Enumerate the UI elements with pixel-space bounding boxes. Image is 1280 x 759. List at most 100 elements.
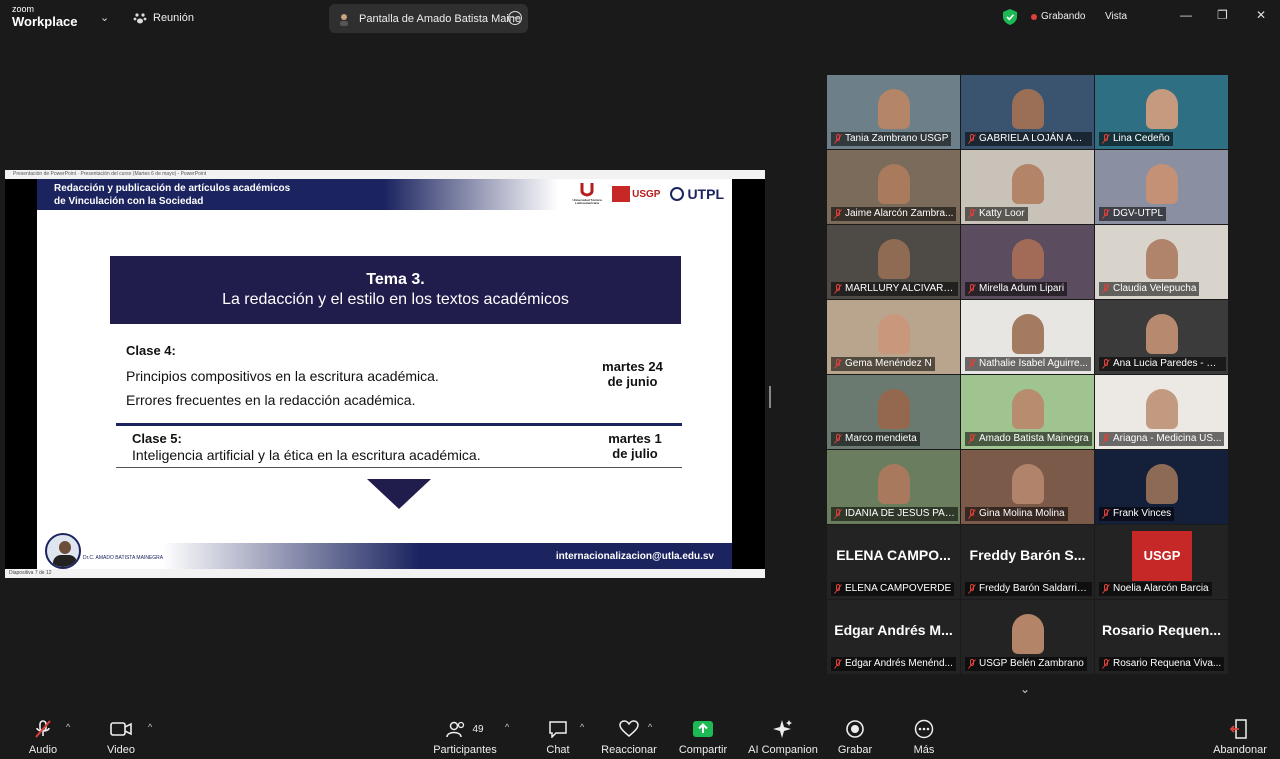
participant-video	[1011, 614, 1044, 654]
participant-count: 49	[472, 723, 484, 735]
participant-tile[interactable]: USGP Belén Zambrano	[961, 600, 1094, 674]
screen-share-indicator[interactable]: Pantalla de Amado Batista Maine ···	[329, 4, 528, 33]
participant-tile[interactable]: Lina Cedeño	[1095, 75, 1228, 149]
participant-tile[interactable]: Frank Vinces	[1095, 450, 1228, 524]
chat-button[interactable]: Chat	[543, 718, 573, 756]
participants-options-chevron-icon[interactable]: ^	[505, 722, 509, 732]
participant-tile[interactable]: Gina Molina Molina	[961, 450, 1094, 524]
meeting-info-button[interactable]: Reunión	[133, 11, 194, 25]
camera-icon	[110, 722, 132, 736]
share-screen-button[interactable]: Compartir	[676, 718, 730, 756]
participant-name-label: Claudia Velepucha	[1099, 282, 1200, 296]
muted-mic-icon	[968, 134, 976, 144]
participant-tile[interactable]: ELENA CAMPO... ELENA CAMPOVERDE	[827, 525, 960, 599]
panel-resize-handle[interactable]	[769, 386, 771, 408]
muted-mic-icon	[968, 659, 976, 669]
participant-tile[interactable]: Gema Menéndez N	[827, 300, 960, 374]
participant-tile[interactable]: Claudia Velepucha	[1095, 225, 1228, 299]
security-shield-icon[interactable]	[1003, 9, 1017, 25]
institution-logos: Universidad Técnica Latinoamericana USGP…	[572, 181, 724, 207]
maximize-button[interactable]: ❐	[1217, 8, 1228, 22]
participant-name-label: Amado Batista Mainegra	[965, 432, 1092, 446]
participant-tile[interactable]: Marco mendieta	[827, 375, 960, 449]
participant-name-label: DGV-UTPL	[1099, 207, 1167, 221]
participant-video	[1145, 239, 1178, 279]
participant-tile[interactable]: Ariagna - Medicina US...	[1095, 375, 1228, 449]
ai-companion-button[interactable]: AI Companion	[748, 718, 818, 756]
participant-name-label: Lina Cedeño	[1099, 132, 1173, 146]
participant-name-label: USGP Belén Zambrano	[965, 657, 1087, 671]
participant-tile[interactable]: USGP Noelia Alarcón Barcia	[1095, 525, 1228, 599]
muted-mic-icon	[35, 720, 51, 738]
participant-name-label: Ana Lucia Paredes - US...	[1099, 357, 1226, 371]
usgp-logo: USGP	[1132, 531, 1192, 581]
participant-tile[interactable]: GABRIELA LOJÁN ABA...	[961, 75, 1094, 149]
top-bar: zoom Workplace ⌄ Reunión Pantalla de Ama…	[0, 0, 1280, 36]
participant-name-label: Frank Vinces	[1099, 507, 1175, 521]
app-menu-chevron-icon[interactable]: ⌄	[100, 11, 109, 24]
participant-video	[877, 164, 910, 204]
utla-logo: Universidad Técnica Latinoamericana	[572, 181, 602, 207]
participant-name-label: Gema Menéndez N	[831, 357, 935, 371]
participant-video	[877, 389, 910, 429]
view-button[interactable]: Vista	[1105, 11, 1127, 22]
muted-mic-icon	[1102, 134, 1110, 144]
muted-mic-icon	[968, 209, 976, 219]
participant-tile[interactable]: Jaime Alarcón Zambra...	[827, 150, 960, 224]
utpl-logo: UTPL	[670, 186, 724, 202]
gallery-next-page-chevron-icon[interactable]: ⌄	[1020, 682, 1030, 696]
participant-name-label: Mirella Adum Lipari	[965, 282, 1068, 296]
participant-display-name: ELENA CAMPO...	[836, 547, 951, 563]
muted-mic-icon	[834, 209, 842, 219]
sparkle-icon	[773, 720, 792, 738]
chat-options-chevron-icon[interactable]: ^	[580, 722, 584, 732]
slide-header: Redacción y publicación de artículos aca…	[37, 179, 732, 210]
record-button[interactable]: Grabar	[836, 718, 874, 756]
presentation-slide: Redacción y publicación de artículos aca…	[37, 179, 732, 569]
participant-tile[interactable]: Rosario Requen... Rosario Requena Viva...	[1095, 600, 1228, 674]
audio-options-chevron-icon[interactable]: ^	[66, 722, 70, 732]
participant-tile[interactable]: MARLLURY ALCIVAR U...	[827, 225, 960, 299]
participant-tile[interactable]: Ana Lucia Paredes - US...	[1095, 300, 1228, 374]
participant-tile[interactable]: Amado Batista Mainegra	[961, 375, 1094, 449]
audio-button[interactable]: Audio	[26, 718, 60, 756]
participant-tile[interactable]: DGV-UTPL	[1095, 150, 1228, 224]
minimize-button[interactable]: —	[1180, 8, 1192, 22]
participant-tile[interactable]: IDANIA DE JESUS PAU...	[827, 450, 960, 524]
muted-mic-icon	[1102, 659, 1110, 669]
participant-video	[1011, 389, 1044, 429]
leave-button[interactable]: Abandonar	[1211, 718, 1269, 756]
ppt-statusbar: Diapositiva 7 de 12	[5, 569, 765, 578]
clase5-title: Clase 5:	[132, 431, 182, 446]
heart-icon	[619, 720, 639, 737]
participants-button[interactable]: 49 Participantes	[432, 718, 498, 756]
shared-screen: Presentación de PowerPoint · Presentació…	[5, 170, 765, 578]
muted-mic-icon	[834, 509, 842, 519]
recording-indicator[interactable]: Grabando	[1031, 11, 1085, 22]
clase5-date: martes 1 de julio	[608, 431, 662, 461]
participant-name-label: Noelia Alarcón Barcia	[1099, 582, 1212, 596]
participant-tile[interactable]: Nathalie Isabel Aguirre...	[961, 300, 1094, 374]
muted-mic-icon	[968, 434, 976, 444]
video-button[interactable]: Video	[104, 718, 138, 756]
muted-mic-icon	[1102, 509, 1110, 519]
react-options-chevron-icon[interactable]: ^	[648, 722, 652, 732]
divider	[116, 423, 682, 426]
clase4-date: martes 24 de junio	[602, 359, 663, 389]
participant-tile[interactable]: Katty Loor	[961, 150, 1094, 224]
participant-tile[interactable]: Tania Zambrano USGP	[827, 75, 960, 149]
more-button[interactable]: Más	[908, 718, 940, 756]
close-button[interactable]: ✕	[1256, 8, 1266, 22]
contact-email: internacionalizacion@utla.edu.sv	[555, 551, 714, 562]
participant-tile[interactable]: Freddy Barón S... Freddy Barón Saldarria.…	[961, 525, 1094, 599]
chat-bubble-icon	[549, 721, 567, 738]
share-screen-icon	[693, 721, 713, 737]
participant-video	[877, 239, 910, 279]
participant-tile[interactable]: Edgar Andrés M... Edgar Andrés Menénd...	[827, 600, 960, 674]
slide-footer: Dr.C. AMADO BATISTA MAINEGRA internacion…	[37, 533, 732, 569]
more-options-icon[interactable]: ···	[508, 11, 522, 25]
participant-video	[1011, 314, 1044, 354]
participant-tile[interactable]: Mirella Adum Lipari	[961, 225, 1094, 299]
video-options-chevron-icon[interactable]: ^	[148, 722, 152, 732]
participant-name-label: ELENA CAMPOVERDE	[831, 582, 955, 596]
